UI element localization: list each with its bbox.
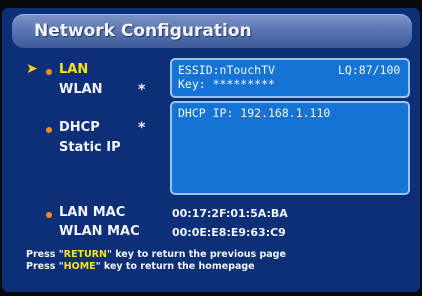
- bullet-icon: [46, 127, 52, 133]
- wlan-mac-value: 00:0E:E8:E9:63:C9: [172, 226, 286, 239]
- label-wlan-mac: WLAN MAC: [59, 224, 140, 239]
- bullet-icon: [46, 212, 52, 218]
- title-bar: Network Configuration: [12, 14, 412, 48]
- page-title: Network Configuration: [34, 21, 252, 41]
- home-key-label: HOME: [63, 261, 96, 272]
- link-quality-value: LQ:87/100: [338, 63, 401, 77]
- dhcp-selected-marker: *: [138, 120, 146, 136]
- lan-mac-value: 00:17:2F:01:5A:BA: [172, 207, 288, 220]
- ip-info-panel: DHCP IP: 192.168.1.110: [170, 101, 410, 195]
- menu-item-dhcp[interactable]: DHCP: [59, 120, 100, 135]
- dhcp-ip-value: DHCP IP: 192.168.1.110: [178, 106, 331, 120]
- tv-screen: Network Configuration ➤ LAN WLAN * ESSID…: [2, 8, 420, 292]
- wlan-info-panel: ESSID:nTouchTV LQ:87/100 Key: *********: [170, 58, 410, 98]
- hint-return: Press "RETURN" key to return the previou…: [26, 249, 286, 260]
- key-value: Key: *********: [178, 77, 275, 91]
- menu-item-static-ip[interactable]: Static IP: [59, 140, 121, 155]
- menu-item-wlan[interactable]: WLAN: [59, 82, 103, 97]
- bullet-icon: [46, 69, 52, 75]
- return-key-label: RETURN: [63, 249, 107, 260]
- selection-arrow-icon: ➤: [26, 61, 38, 77]
- menu-item-lan[interactable]: LAN: [59, 62, 88, 77]
- essid-value: ESSID:nTouchTV: [178, 63, 275, 77]
- label-lan-mac: LAN MAC: [59, 205, 126, 220]
- wlan-selected-marker: *: [138, 82, 146, 98]
- hint-home: Press "HOME" key to return the homepage: [26, 261, 255, 272]
